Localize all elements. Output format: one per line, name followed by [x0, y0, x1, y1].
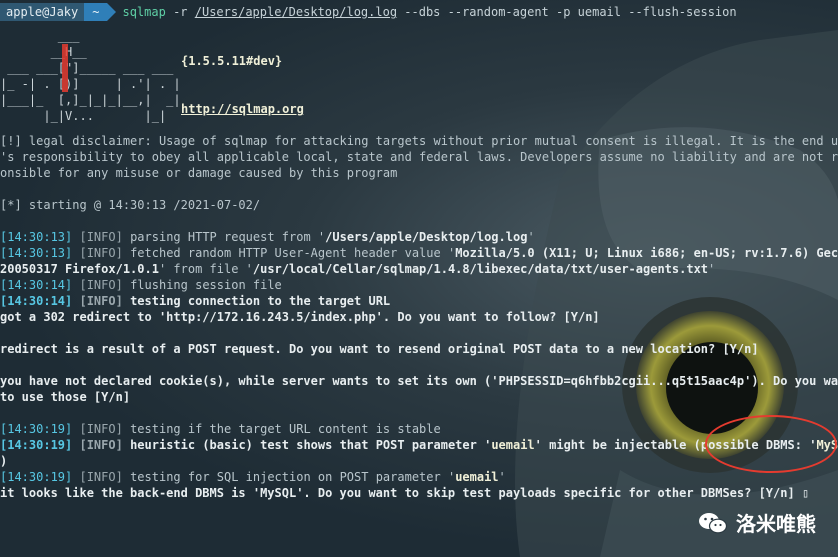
sqlmap-url-link[interactable]: http://sqlmap.org — [181, 101, 304, 117]
log-level: [INFO] — [79, 230, 123, 244]
log-line: ) — [0, 454, 8, 468]
log-timestamp: [14:30:13] — [0, 246, 73, 260]
command-flag-r: -r — [165, 5, 195, 19]
log-timestamp: [14:30:14] — [0, 278, 73, 292]
log-level: [INFO] — [79, 470, 123, 484]
prompt-question: redirect is a result of a POST request. … — [0, 342, 759, 356]
log-text: fetched random HTTP User-Agent header va… — [122, 246, 456, 260]
log-text: testing for SQL injection on POST parame… — [122, 470, 456, 484]
log-path: /Users/apple/Desktop/log.log — [325, 230, 528, 244]
watermark-text: 洛米唯熊 — [736, 512, 816, 536]
log-text: parsing HTTP request from ' — [122, 230, 326, 244]
prompt-question: got a 302 redirect to 'http://172.16.243… — [0, 310, 600, 324]
prompt-arrow-icon — [107, 3, 117, 21]
prompt-question: to use those [Y/n] — [0, 390, 131, 404]
log-text: ' might be injectable (possible DBMS: ' — [534, 438, 817, 452]
banner-red-bar — [62, 44, 68, 92]
log-line: 20050317 Firefox/1.0.1' from file '/usr/… — [0, 261, 715, 277]
log-line: [14:30:19] [INFO] testing for SQL inject… — [0, 469, 506, 485]
log-level: [INFO] — [79, 278, 123, 292]
log-line: [14:30:13] [INFO] parsing HTTP request f… — [0, 229, 535, 245]
prompt-question-text: it looks like the back-end DBMS is 'MySQ… — [0, 486, 802, 500]
disclaimer-line-2: 's responsibility to obey all applicable… — [0, 150, 838, 164]
log-timestamp: [14:30:13] — [0, 230, 73, 244]
starting-line: [*] starting @ 14:30:13 /2021-07-02/ — [0, 198, 261, 212]
command-binary: sqlmap — [122, 5, 166, 19]
log-line: [14:30:13] [INFO] fetched random HTTP Us… — [0, 245, 838, 261]
log-text: flushing session file — [122, 278, 282, 292]
log-text: testing if the target URL content is sta… — [122, 422, 441, 436]
watermark: 洛米唯熊 — [698, 508, 816, 537]
terminal-window[interactable]: apple@Jaky ~ sqlmap -r /Users/apple/Desk… — [0, 0, 838, 557]
disclaimer-line-1: [!] legal disclaimer: Usage of sqlmap fo… — [0, 134, 838, 148]
log-param: uemail — [491, 438, 535, 452]
log-dbms: MySQL — [816, 438, 838, 452]
log-param: uemail — [455, 470, 499, 484]
log-level: [INFO] — [79, 438, 123, 452]
log-line: [14:30:19] [INFO] testing if the target … — [0, 421, 441, 437]
sqlmap-version: {1.5.5.11#dev} — [181, 54, 283, 68]
log-user-agent: 20050317 Firefox/1.0.1 — [0, 262, 159, 276]
disclaimer-line-3: onsible for any misuse or damage caused … — [0, 166, 398, 180]
log-text: ' — [527, 230, 535, 244]
terminal-cursor: ▯ — [801, 486, 810, 500]
shell-prompt: apple@Jaky ~ sqlmap -r /Users/apple/Desk… — [0, 3, 737, 21]
log-text: testing connection to the target URL — [122, 294, 391, 308]
sqlmap-ascii-logo: ___ __H__ ___ ___["]_____ ___ ___ |_ -| … — [0, 29, 181, 123]
log-level: [INFO] — [79, 294, 123, 308]
log-level: [INFO] — [79, 422, 123, 436]
prompt-question: you have not declared cookie(s), while s… — [0, 374, 838, 388]
log-text: ' — [498, 470, 506, 484]
command-path: /Users/apple/Desktop/log.log — [194, 5, 398, 19]
log-text: ' from file ' — [158, 262, 253, 276]
command-args: --dbs --random-agent -p uemail --flush-s… — [397, 5, 737, 19]
prompt-user: apple@Jaky — [0, 3, 85, 21]
log-line: [14:30:14] [INFO] flushing session file — [0, 277, 282, 293]
log-line: [14:30:19] [INFO] heuristic (basic) test… — [0, 437, 838, 453]
log-timestamp: [14:30:19] — [0, 470, 73, 484]
log-line: [14:30:14] [INFO] testing connection to … — [0, 293, 390, 309]
log-timestamp: [14:30:14] — [0, 294, 73, 308]
log-text: heuristic (basic) test shows that POST p… — [122, 438, 492, 452]
log-level: [INFO] — [79, 246, 123, 260]
log-timestamp: [14:30:19] — [0, 422, 73, 436]
log-path: /usr/local/Cellar/sqlmap/1.4.8/libexec/d… — [252, 262, 709, 276]
log-user-agent: Mozilla/5.0 (X11; U; Linux i686; en-US; … — [455, 246, 838, 260]
log-text: ' — [708, 262, 716, 276]
wechat-icon — [699, 512, 728, 533]
prompt-directory: ~ — [84, 3, 108, 21]
log-timestamp: [14:30:19] — [0, 438, 73, 452]
prompt-question[interactable]: it looks like the back-end DBMS is 'MySQ… — [0, 485, 809, 501]
command-line[interactable]: sqlmap -r /Users/apple/Desktop/log.log -… — [122, 5, 736, 19]
